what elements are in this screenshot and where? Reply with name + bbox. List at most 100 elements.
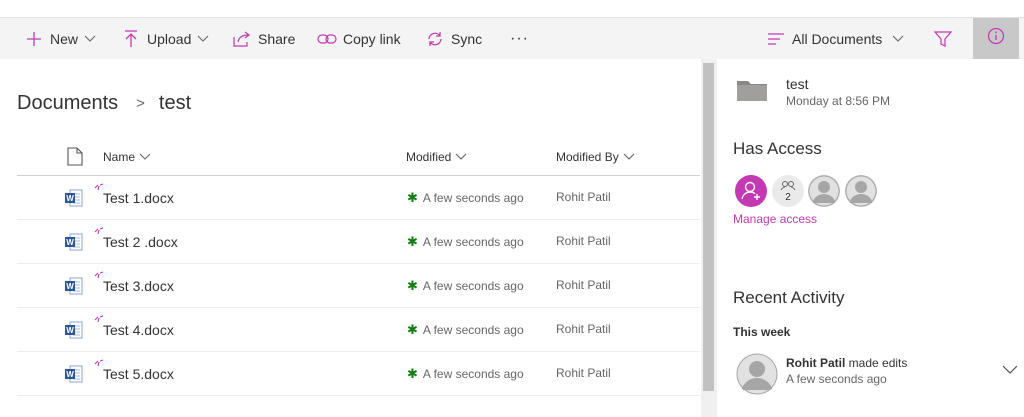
top-strip <box>0 0 1024 18</box>
chevron-down-icon[interactable] <box>1002 362 1018 380</box>
modified-cell: ✱ A few seconds ago <box>407 234 524 250</box>
breadcrumb-separator: > <box>136 95 145 112</box>
modified-cell: ✱ A few seconds ago <box>407 278 524 294</box>
group-count: 2 <box>785 192 791 203</box>
activity-text: Rohit Patil made edits <box>786 356 907 370</box>
copy-link-button[interactable]: Copy link <box>317 18 401 59</box>
chevron-down-icon <box>892 35 904 43</box>
link-icon <box>317 29 337 49</box>
svg-text:W: W <box>66 326 74 335</box>
column-modified-by-label: Modified By <box>556 150 619 164</box>
modified-value: A few seconds ago <box>422 323 524 337</box>
modified-by-cell: Rohit Patil <box>556 366 611 380</box>
svg-text:W: W <box>66 370 74 379</box>
new-label: New <box>50 30 79 47</box>
table-row[interactable]: W Test 2 .docx ✱ A few seconds ago Rohit … <box>17 220 700 264</box>
chevron-down-icon <box>197 35 209 43</box>
info-pane-button[interactable] <box>973 18 1019 59</box>
chevron-down-icon <box>455 153 467 161</box>
word-doc-icon: W <box>65 189 83 212</box>
svg-text:W: W <box>66 194 74 203</box>
folder-date: Monday at 8:56 PM <box>786 94 891 108</box>
modified-by-cell: Rohit Patil <box>556 234 611 248</box>
folder-icon <box>737 79 767 106</box>
word-doc-icon: W <box>65 321 83 344</box>
view-selector[interactable]: All Documents <box>766 18 904 59</box>
table-row[interactable]: W Test 3.docx ✱ A few seconds ago Rohit P… <box>17 264 700 308</box>
table-row[interactable]: W Test 5.docx ✱ A few seconds ago Rohit P… <box>17 352 700 396</box>
table-row[interactable]: W Test 4.docx ✱ A few seconds ago Rohit P… <box>17 308 700 352</box>
sync-button[interactable]: Sync <box>425 18 482 59</box>
new-asterisk-icon: ✱ <box>407 234 418 249</box>
lines-icon <box>766 29 786 49</box>
new-asterisk-icon: ✱ <box>407 366 418 381</box>
recent-activity-title: Recent Activity <box>733 288 845 307</box>
manage-access-link[interactable]: Manage access <box>733 212 817 226</box>
command-bar: New Upload Share Copy link Sync ··· All … <box>0 18 1024 59</box>
modified-cell: ✱ A few seconds ago <box>407 190 524 206</box>
chevron-down-icon <box>623 153 635 161</box>
filter-icon <box>933 29 953 49</box>
breadcrumb: Documents > test <box>17 92 191 115</box>
sync-label: Sync <box>451 30 483 47</box>
activity-action: made edits <box>845 356 908 370</box>
file-type-header[interactable] <box>67 147 83 169</box>
share-button[interactable]: Share <box>232 18 295 59</box>
new-asterisk-icon: ✱ <box>407 190 418 205</box>
add-person-icon[interactable] <box>735 175 767 207</box>
activity-avatar <box>736 353 778 395</box>
new-asterisk-icon: ✱ <box>407 322 418 337</box>
upload-button[interactable]: Upload <box>121 18 209 59</box>
person-avatar[interactable] <box>845 175 877 207</box>
file-name[interactable]: Test 3.docx <box>103 278 174 294</box>
more-button[interactable]: ··· <box>510 18 529 59</box>
upload-label: Upload <box>147 30 192 47</box>
new-button[interactable]: New <box>24 18 96 59</box>
column-header-name[interactable]: Name <box>103 150 151 164</box>
svg-text:W: W <box>66 282 74 291</box>
table-row[interactable]: W Test 1.docx ✱ A few seconds ago Rohit P… <box>17 176 700 220</box>
file-name[interactable]: Test 4.docx <box>103 322 174 338</box>
column-header-modified-by[interactable]: Modified By <box>556 150 635 164</box>
has-access-title: Has Access <box>733 139 822 158</box>
modified-value: A few seconds ago <box>422 367 524 381</box>
file-type-icon <box>67 147 83 169</box>
upload-arrow-icon <box>121 29 141 49</box>
modified-value: A few seconds ago <box>422 235 524 249</box>
file-name[interactable]: Test 5.docx <box>103 366 174 382</box>
word-doc-icon: W <box>65 365 83 388</box>
person-icon <box>808 175 840 207</box>
svg-text:W: W <box>66 238 74 247</box>
modified-value: A few seconds ago <box>422 279 524 293</box>
modified-value: A few seconds ago <box>422 191 524 205</box>
info-icon <box>987 27 1005 50</box>
modified-cell: ✱ A few seconds ago <box>407 322 524 338</box>
new-asterisk-icon: ✱ <box>407 278 418 293</box>
breadcrumb-current: test <box>158 92 192 114</box>
activity-time: A few seconds ago <box>786 372 887 386</box>
activity-user: Rohit Patil <box>786 356 846 370</box>
filter-button[interactable] <box>933 18 959 59</box>
view-label: All Documents <box>792 30 883 47</box>
column-name-label: Name <box>103 150 136 164</box>
share-label: Share <box>258 30 296 47</box>
folder-name: test <box>786 76 809 92</box>
chevron-down-icon <box>84 35 96 43</box>
file-name[interactable]: Test 2 .docx <box>103 234 178 250</box>
group-avatar[interactable]: 2 <box>772 175 804 207</box>
column-modified-label: Modified <box>406 150 452 164</box>
file-name[interactable]: Test 1.docx <box>103 190 174 206</box>
column-header-modified[interactable]: Modified <box>406 150 467 164</box>
word-doc-icon: W <box>65 233 83 256</box>
person-avatar[interactable] <box>808 175 840 207</box>
modified-by-cell: Rohit Patil <box>556 190 611 204</box>
scrollbar-thumb[interactable] <box>703 63 714 391</box>
modified-by-cell: Rohit Patil <box>556 278 611 292</box>
breadcrumb-root[interactable]: Documents <box>17 92 118 115</box>
modified-cell: ✱ A few seconds ago <box>407 366 524 382</box>
more-label: ··· <box>510 29 529 47</box>
plus-icon <box>24 29 44 49</box>
word-doc-icon: W <box>65 277 83 300</box>
modified-by-cell: Rohit Patil <box>556 322 611 336</box>
person-icon <box>845 175 877 207</box>
